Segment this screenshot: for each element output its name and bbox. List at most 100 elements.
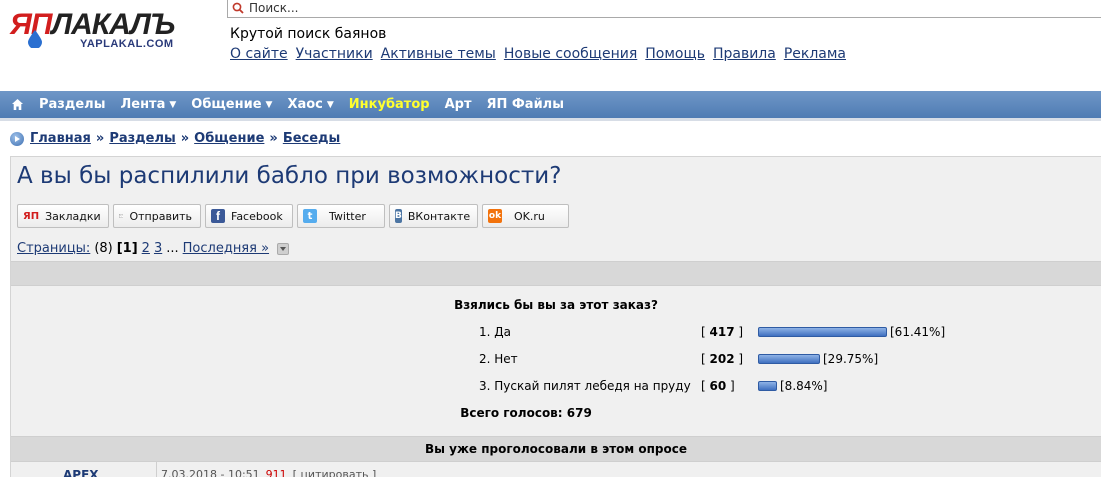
link-about[interactable]: О сайте xyxy=(230,46,288,62)
twitter-icon: t xyxy=(303,209,317,223)
page-2-link[interactable]: 2 xyxy=(142,241,150,256)
yp-icon: ЯП xyxy=(23,210,40,222)
nav-label: Хаос xyxy=(287,97,323,112)
share-label: ВКонтакте xyxy=(407,209,471,223)
vk-icon: B xyxy=(395,209,402,223)
post-date: 7.03.2018 - 10:51 xyxy=(161,468,260,477)
nav-label: ЯП Файлы xyxy=(486,97,564,112)
poll-option-label: 3. Пускай пилят лебедя на пруду xyxy=(479,379,691,393)
link-active-topics[interactable]: Активные темы xyxy=(381,46,496,62)
poll-option-percent: [29.75%] xyxy=(823,352,879,366)
tagline: Крутой поиск баянов xyxy=(230,26,387,42)
nav-sections[interactable]: Разделы xyxy=(39,97,105,112)
site-logo[interactable]: ЯПЛАКАЛЪ YAPLAKAL.COM xyxy=(10,8,220,58)
share-vk-button[interactable]: B ВКонтакте xyxy=(389,204,478,228)
poll-option: 1. Да [ 417 ] [61.41%] xyxy=(479,325,945,339)
share-buttons: ЯП Закладки Отправить f Facebook t Twitt… xyxy=(17,204,569,228)
crumb-communication[interactable]: Общение xyxy=(194,131,264,146)
poll-option-count: [ 60 ] xyxy=(701,379,735,393)
poll-option: 3. Пускай пилят лебедя на пруду [ 60 ] [… xyxy=(479,379,827,393)
poll-question: Взялись бы вы за этот заказ? xyxy=(454,298,658,312)
poll-total: Всего голосов: 679 xyxy=(460,406,592,420)
caret-down-icon: ▼ xyxy=(169,99,177,110)
poll-option-label: 2. Нет xyxy=(479,352,518,366)
pages-label[interactable]: Страницы: xyxy=(17,241,90,256)
crumb-talks[interactable]: Беседы xyxy=(283,131,341,146)
poll-bar xyxy=(758,327,887,337)
breadcrumb: Главная » Разделы » Общение » Беседы xyxy=(10,131,340,146)
poll-bar xyxy=(758,381,777,391)
search-icon xyxy=(232,2,244,14)
search-placeholder: Поиск... xyxy=(249,0,299,15)
nav-label: Общение xyxy=(191,97,262,112)
post-author[interactable]: APEX xyxy=(63,468,99,477)
facebook-icon: f xyxy=(211,209,225,223)
home-icon xyxy=(12,99,23,110)
share-send-button[interactable]: Отправить xyxy=(113,204,201,228)
crumb-separator: » xyxy=(269,131,278,146)
drop-icon xyxy=(28,30,42,48)
post-divider xyxy=(156,462,157,477)
nav-home[interactable] xyxy=(11,98,24,111)
link-rules[interactable]: Правила xyxy=(713,46,776,62)
crumb-home[interactable]: Главная xyxy=(30,131,91,146)
pagination: Страницы: (8) [1] 2 3 ... Последняя » xyxy=(17,241,290,256)
pages-ellipsis: ... xyxy=(166,241,179,256)
ok-icon: ok xyxy=(488,209,502,223)
nav-label: Арт xyxy=(444,97,472,112)
share-label: Закладки xyxy=(45,209,101,223)
page-current: [1] xyxy=(116,241,138,256)
envelope-icon xyxy=(119,214,124,218)
poll-option: 2. Нет [ 202 ] [29.75%] xyxy=(479,352,878,366)
poll-option-percent: [8.84%] xyxy=(780,379,828,393)
share-ok-button[interactable]: ok OK.ru xyxy=(482,204,569,228)
link-ads[interactable]: Реклама xyxy=(784,46,846,62)
poll-option-label: 1. Да xyxy=(479,325,511,339)
nav-chaos[interactable]: Хаос ▼ xyxy=(287,97,333,112)
link-new-messages[interactable]: Новые сообщения xyxy=(504,46,637,62)
nav-label: Разделы xyxy=(39,97,106,112)
quote-link[interactable]: [ цитировать ] xyxy=(293,468,377,477)
poll-count-value: 60 xyxy=(709,379,727,393)
poll-bar xyxy=(758,354,820,364)
link-members[interactable]: Участники xyxy=(296,46,373,62)
poll-option-count: [ 417 ] xyxy=(701,325,744,339)
topic-block: А вы бы распилили бабло при возможности?… xyxy=(10,156,1101,477)
share-facebook-button[interactable]: f Facebook xyxy=(205,204,293,228)
nav-files[interactable]: ЯП Файлы xyxy=(486,97,563,112)
share-label: OK.ru xyxy=(514,209,545,223)
share-label: Отправить xyxy=(129,209,192,223)
caret-down-icon: ▼ xyxy=(326,99,334,110)
main-nav: Разделы Лента ▼ Общение ▼ Хаос ▼ Инкубатор … xyxy=(0,91,1101,121)
nav-communication[interactable]: Общение ▼ xyxy=(191,97,272,112)
share-label: Facebook xyxy=(231,209,283,223)
logo-subtitle: YAPLAKAL.COM xyxy=(80,38,174,50)
page-3-link[interactable]: 3 xyxy=(154,241,162,256)
share-label: Twitter xyxy=(329,209,366,223)
post-info: 7.03.2018 - 10:51 911 [ цитировать ] xyxy=(161,468,376,477)
top-links: О сайте Участники Активные темы Новые со… xyxy=(230,46,846,62)
search-input[interactable]: Поиск... xyxy=(227,0,1101,18)
nav-label: Инкубатор xyxy=(348,97,430,112)
arrow-bullet-icon xyxy=(10,131,24,146)
poll-count-value: 202 xyxy=(709,352,735,366)
crumb-separator: » xyxy=(180,131,190,146)
share-twitter-button[interactable]: t Twitter xyxy=(297,204,385,228)
topic-header-band xyxy=(11,261,1101,286)
nav-art[interactable]: Арт xyxy=(445,97,472,112)
nav-incubator[interactable]: Инкубатор xyxy=(349,97,430,112)
share-bookmarks-button[interactable]: ЯП Закладки xyxy=(17,204,109,228)
crumb-sections[interactable]: Разделы xyxy=(109,131,175,146)
nav-feed[interactable]: Лента ▼ xyxy=(120,97,176,112)
topic-title: А вы бы распилили бабло при возможности? xyxy=(17,163,562,189)
post-number[interactable]: 911 xyxy=(266,468,287,477)
link-help[interactable]: Помощь xyxy=(645,46,705,62)
post-header: APEX 7.03.2018 - 10:51 911 [ цитировать … xyxy=(11,462,1101,477)
poll-count-value: 417 xyxy=(709,325,735,339)
page-last-link[interactable]: Последняя » xyxy=(183,241,269,256)
logo-text-dark: ЛАКАЛЪ xyxy=(51,8,175,41)
caret-down-icon: ▼ xyxy=(265,99,273,110)
poll-option-count: [ 202 ] xyxy=(701,352,744,366)
dropdown-arrow-icon[interactable] xyxy=(277,242,290,255)
pages-total: (8) xyxy=(94,241,113,256)
